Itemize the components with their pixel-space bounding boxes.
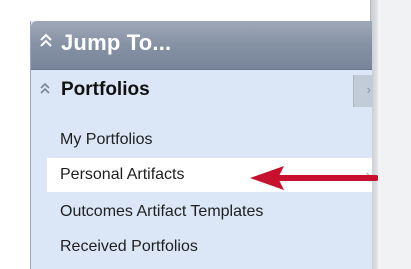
- jump-to-title: Jump To...: [61, 30, 172, 55]
- menu-item-label[interactable]: My Portfolios: [60, 131, 152, 149]
- window-background: [377, 0, 411, 269]
- menu-item-received-portfolios[interactable]: Received Portfolios: [47, 230, 372, 264]
- panel-toggle-tab[interactable]: ›: [353, 75, 373, 107]
- portfolios-section-title: Portfolios: [61, 79, 150, 100]
- menu-item-my-portfolios[interactable]: My Portfolios: [47, 123, 372, 157]
- screenshot-stage: Jump To... Portfolios › My Portfolios Pe…: [0, 0, 411, 269]
- jump-to-panel: Jump To... Portfolios › My Portfolios Pe…: [30, 21, 373, 269]
- menu-item-label[interactable]: Received Portfolios: [60, 238, 198, 256]
- jump-to-header[interactable]: Jump To...: [31, 21, 372, 70]
- red-arrow-icon: [250, 166, 378, 190]
- menu-item-label[interactable]: Outcomes Artifact Templates: [60, 203, 263, 221]
- double-chevron-up-icon[interactable]: [39, 81, 51, 97]
- portfolios-section-header[interactable]: Portfolios: [31, 70, 372, 108]
- menu-item-outcomes-artifact-templates[interactable]: Outcomes Artifact Templates: [47, 195, 372, 229]
- menu-item-label[interactable]: Personal Artifacts: [60, 166, 185, 184]
- chevron-right-icon[interactable]: ›: [367, 82, 371, 97]
- double-chevron-up-icon[interactable]: [39, 31, 53, 51]
